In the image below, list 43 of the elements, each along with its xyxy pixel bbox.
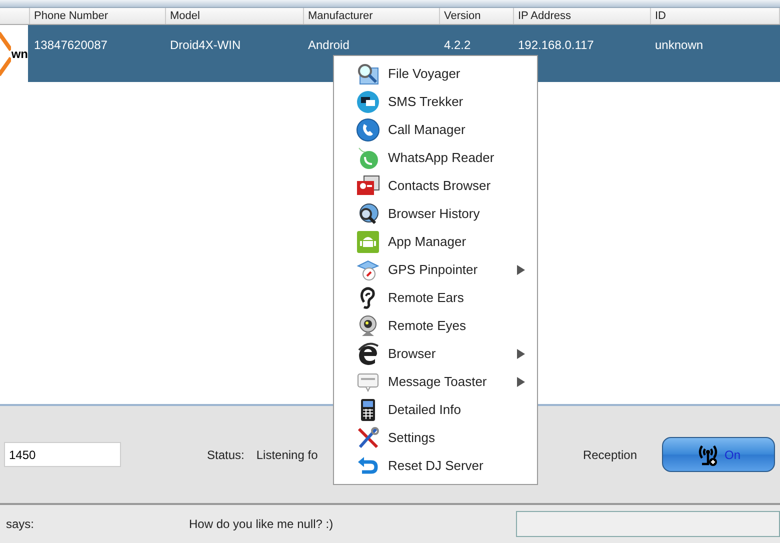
status-label: Status:	[207, 446, 244, 464]
android-icon	[356, 230, 380, 254]
status-text: Listening fo	[256, 446, 318, 464]
column-header: IP Address	[514, 8, 651, 24]
compass-map-icon	[356, 258, 380, 282]
menu-item[interactable]: Detailed Info	[334, 396, 537, 424]
contact-card-icon	[356, 174, 380, 198]
message-field[interactable]	[516, 511, 780, 537]
menu-item[interactable]: Settings	[334, 424, 537, 452]
device-label: wn	[11, 46, 28, 60]
column-header: Version	[440, 8, 514, 24]
table-cell: Android	[308, 38, 350, 52]
phone-icon	[356, 118, 380, 142]
table-cell: 4.2.2	[444, 38, 471, 52]
menu-item[interactable]: WhatsApp Reader	[334, 144, 537, 172]
menu-item[interactable]: SMS Trekker	[334, 88, 537, 116]
column-header: Phone Number	[30, 8, 166, 24]
tools-icon	[356, 426, 380, 450]
table-cell: Droid4X-WIN	[170, 38, 241, 52]
table-cell: 13847620087	[34, 38, 108, 52]
port-field[interactable]: 1450	[4, 442, 121, 467]
reception-label: Reception	[582, 446, 637, 464]
menu-item[interactable]: GPS Pinpointer	[334, 256, 537, 284]
menu-item[interactable]: Message Toaster	[334, 368, 537, 396]
sender-label: says:	[6, 516, 34, 533]
chat-message: How do you like me null? :)	[189, 516, 334, 533]
menu-item[interactable]: Remote Ears	[334, 284, 537, 312]
menu-item[interactable]: App Manager	[334, 228, 537, 256]
chat-phone-icon	[356, 146, 380, 170]
folder-search-icon	[356, 62, 380, 86]
table-cell: 192.168.0.117	[518, 38, 594, 52]
menu-item[interactable]: Browser History	[334, 200, 537, 228]
menu-item[interactable]: Reset DJ Server	[334, 452, 537, 480]
menu-item[interactable]: Remote Eyes	[334, 312, 537, 340]
table-cell: unknown	[655, 38, 704, 52]
menu-item[interactable]: Contacts Browser	[334, 172, 537, 200]
column-header: Manufacturer	[304, 8, 440, 24]
column-header: ID	[651, 8, 780, 24]
browser-e-icon	[356, 342, 380, 366]
chat-bubble-icon	[356, 90, 380, 114]
column-header: Model	[166, 8, 304, 24]
menu-item[interactable]: Call Manager	[334, 116, 537, 144]
menu-item[interactable]: Browser	[334, 340, 537, 368]
